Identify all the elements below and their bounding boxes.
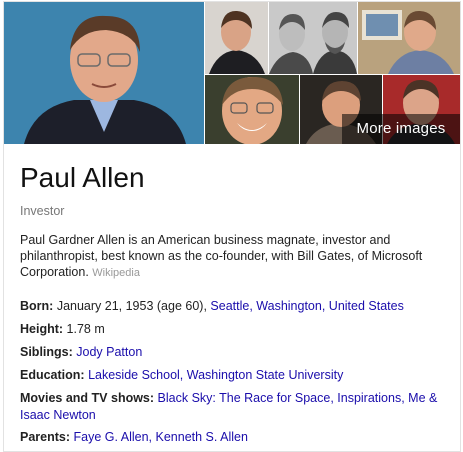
link-seattle[interactable]: Seattle, bbox=[210, 299, 252, 313]
fact-label: Height: bbox=[20, 322, 64, 336]
thumbnail-image[interactable] bbox=[205, 2, 268, 74]
fact-born: Born: January 21, 1953 (age 60), Seattle… bbox=[20, 298, 450, 315]
fact-label: Born: bbox=[20, 299, 54, 313]
fact-education: Education: Lakeside School, Washington S… bbox=[20, 367, 450, 384]
fact-height: Height: 1.78 m bbox=[20, 321, 450, 338]
source-link[interactable]: Wikipedia bbox=[92, 267, 140, 279]
main-portrait-image[interactable] bbox=[4, 2, 204, 144]
description-text: Paul Gardner Allen is an American busine… bbox=[20, 233, 423, 279]
fact-siblings: Siblings: Jody Patton bbox=[20, 344, 450, 361]
more-images-button[interactable]: More images bbox=[342, 114, 460, 144]
link-faye-allen[interactable]: Faye G. Allen, bbox=[74, 430, 153, 444]
entity-description: Paul Gardner Allen is an American busine… bbox=[20, 232, 446, 281]
thumbnail-image[interactable] bbox=[205, 75, 299, 144]
thumbnail-image[interactable] bbox=[358, 2, 460, 74]
image-strip: More images bbox=[4, 2, 460, 144]
link-inspirations[interactable]: Inspirations, bbox=[337, 391, 404, 405]
link-washington-state-university[interactable]: Washington State University bbox=[187, 368, 344, 382]
fact-value: 1.78 m bbox=[66, 322, 105, 336]
entity-title: Paul Allen bbox=[20, 162, 145, 193]
fact-value: January 21, 1953 (age 60), bbox=[56, 299, 207, 313]
fact-label: Movies and TV shows: bbox=[20, 391, 155, 405]
entity-type: Investor bbox=[20, 204, 65, 218]
fact-movies: Movies and TV shows: Black Sky: The Race… bbox=[20, 390, 450, 424]
knowledge-panel: More images Paul Allen Investor Paul Gar… bbox=[3, 1, 461, 452]
link-kenneth-allen[interactable]: Kenneth S. Allen bbox=[156, 430, 248, 444]
thumbnail-image[interactable] bbox=[269, 2, 357, 74]
fact-label: Parents: bbox=[20, 430, 71, 444]
link-lakeside-school[interactable]: Lakeside School, bbox=[88, 368, 183, 382]
fact-label: Education: bbox=[20, 368, 85, 382]
link-washington[interactable]: Washington, bbox=[256, 299, 325, 313]
link-black-sky[interactable]: Black Sky: The Race for Space, bbox=[158, 391, 334, 405]
link-jody-patton[interactable]: Jody Patton bbox=[76, 345, 142, 359]
fact-label: Siblings: bbox=[20, 345, 73, 359]
fact-parents: Parents: Faye G. Allen, Kenneth S. Allen bbox=[20, 429, 450, 446]
link-united-states[interactable]: United States bbox=[329, 299, 404, 313]
